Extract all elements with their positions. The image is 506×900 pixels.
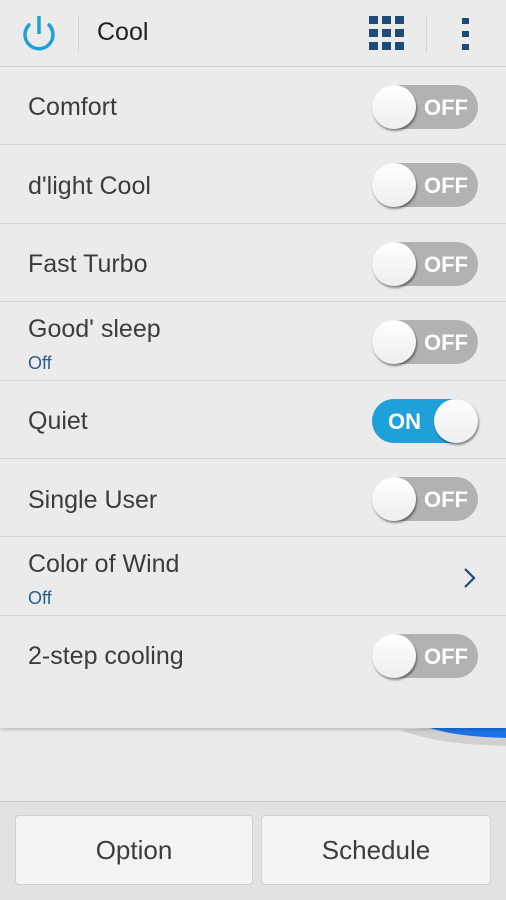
grid-menu-icon[interactable] [369,16,405,52]
comfort-toggle[interactable]: OFF [372,85,478,129]
setting-label: d'light Cool [28,172,151,200]
good-sleep-toggle[interactable]: OFF [372,320,478,364]
more-vert-icon[interactable] [460,17,472,51]
setting-label: Good' sleep [28,315,161,343]
toggle-state: OFF [424,487,468,512]
toggle-knob [372,85,416,129]
header-divider [426,16,427,52]
setting-sublabel: Off [28,588,52,608]
toggle-state: OFF [424,330,468,355]
setting-label: Single User [28,486,158,514]
setting-sublabel: Off [28,353,52,373]
settings-panel: Comfort OFF d'light Cool OFF Fast Turbo … [0,67,506,728]
setting-row-comfort: Comfort OFF [0,67,506,145]
toggle-knob [372,477,416,521]
toggle-state: OFF [424,252,468,277]
temperature-dial-arc [400,728,506,746]
toggle-knob [434,399,478,443]
chevron-right-icon[interactable] [460,566,478,590]
mode-title: Cool [97,18,149,46]
setting-label: Color of Wind [28,550,180,578]
toggle-state: OFF [424,173,468,198]
single-user-toggle[interactable]: OFF [372,477,478,521]
toggle-knob [372,163,416,207]
background-dial-area [0,728,506,801]
setting-row-fast-turbo: Fast Turbo OFF [0,224,506,302]
setting-label: 2-step cooling [28,642,184,670]
two-step-cooling-toggle[interactable]: OFF [372,634,478,678]
header-divider [78,16,79,52]
schedule-button[interactable]: Schedule [261,815,491,885]
setting-row-single-user: Single User OFF [0,459,506,537]
quiet-toggle[interactable]: ON [372,399,478,443]
setting-row-quiet: Quiet ON [0,381,506,459]
setting-row-2-step-cooling: 2-step cooling OFF [0,616,506,728]
setting-row-dlight-cool: d'light Cool OFF [0,146,506,224]
bottom-action-bar: Option Schedule [0,801,506,900]
toggle-knob [372,242,416,286]
toggle-state: OFF [424,95,468,120]
setting-label: Fast Turbo [28,250,148,278]
option-button[interactable]: Option [15,815,253,885]
setting-label: Quiet [28,407,88,435]
toggle-knob [372,320,416,364]
power-icon[interactable] [19,14,59,54]
app-header: Cool [0,0,506,67]
toggle-state: OFF [424,644,468,669]
fast-turbo-toggle[interactable]: OFF [372,242,478,286]
dlight-cool-toggle[interactable]: OFF [372,163,478,207]
toggle-knob [372,634,416,678]
setting-row-color-of-wind[interactable]: Color of Wind Off [0,538,506,616]
setting-row-good-sleep: Good' sleep Off OFF [0,303,506,381]
toggle-state: ON [388,409,421,434]
setting-label: Comfort [28,93,117,121]
